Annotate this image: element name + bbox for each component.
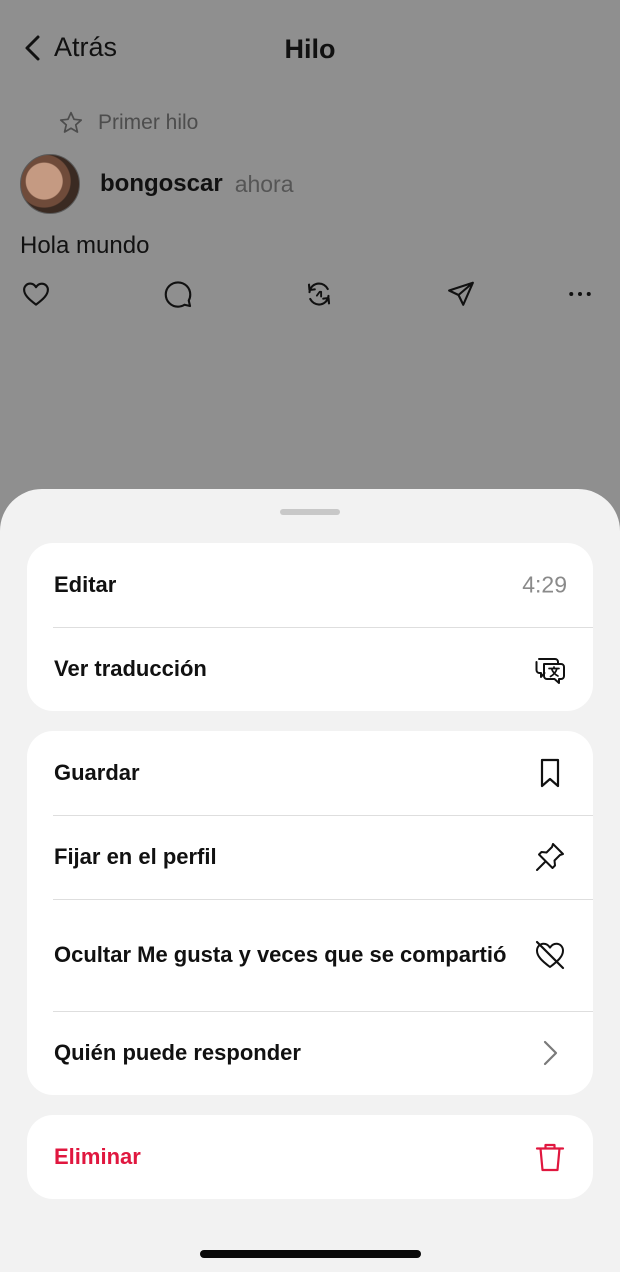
comment-button[interactable]	[162, 278, 194, 310]
options-group-delete: Eliminar	[27, 1115, 593, 1199]
share-icon	[448, 281, 474, 306]
edit-label: Editar	[54, 572, 117, 597]
save-label: Guardar	[54, 760, 140, 785]
hide-likes-option[interactable]: Ocultar Me gusta y veces que se comparti…	[27, 899, 593, 1011]
options-group-edit: Editar 4:29 Ver traducción	[27, 543, 593, 711]
delete-option[interactable]: Eliminar	[27, 1115, 593, 1199]
star-icon	[59, 111, 83, 133]
nav-bar: Atrás Hilo	[0, 22, 620, 78]
avatar[interactable]	[20, 154, 80, 214]
bookmark-icon	[540, 758, 560, 788]
home-indicator[interactable]	[200, 1250, 421, 1258]
chevron-right-icon	[543, 1040, 558, 1066]
repost-icon	[307, 282, 331, 306]
post-actions	[0, 278, 620, 312]
author-row: bongoscar ahora	[20, 154, 294, 214]
edit-option[interactable]: Editar 4:29	[27, 543, 593, 627]
username[interactable]: bongoscar	[100, 170, 223, 198]
page-title: Hilo	[284, 34, 336, 64]
translate-icon	[535, 658, 565, 684]
options-group-post: Guardar Fijar en el perfil Ocultar Me gu…	[27, 731, 593, 1095]
heart-off-icon	[535, 940, 565, 970]
translate-option[interactable]: Ver traducción	[27, 627, 593, 711]
comment-icon	[164, 281, 192, 308]
first-thread-label: Primer hilo	[98, 111, 199, 134]
who-can-reply-option[interactable]: Quién puede responder	[27, 1011, 593, 1095]
repost-button[interactable]	[303, 278, 335, 310]
pin-icon	[536, 843, 564, 871]
save-option[interactable]: Guardar	[27, 731, 593, 815]
sheet-grabber[interactable]	[280, 509, 340, 515]
heart-icon	[23, 282, 49, 306]
more-button[interactable]	[564, 278, 596, 310]
first-thread-badge: Primer hilo	[58, 110, 198, 136]
post-time: ahora	[234, 170, 294, 197]
options-sheet: Editar 4:29 Ver traducción Guardar Fijar…	[0, 489, 620, 1272]
hide-likes-label: Ocultar Me gusta y veces que se comparti…	[54, 942, 507, 967]
translate-label: Ver traducción	[54, 656, 207, 681]
share-button[interactable]	[445, 278, 477, 310]
more-icon	[569, 292, 591, 296]
delete-label: Eliminar	[54, 1144, 141, 1169]
trash-icon	[535, 1143, 565, 1172]
like-button[interactable]	[20, 278, 52, 310]
edit-time-remaining: 4:29	[522, 571, 567, 598]
post-text: Hola mundo	[20, 232, 150, 259]
pin-option[interactable]: Fijar en el perfil	[27, 815, 593, 899]
pin-label: Fijar en el perfil	[54, 844, 217, 869]
who-can-reply-label: Quién puede responder	[54, 1040, 301, 1065]
